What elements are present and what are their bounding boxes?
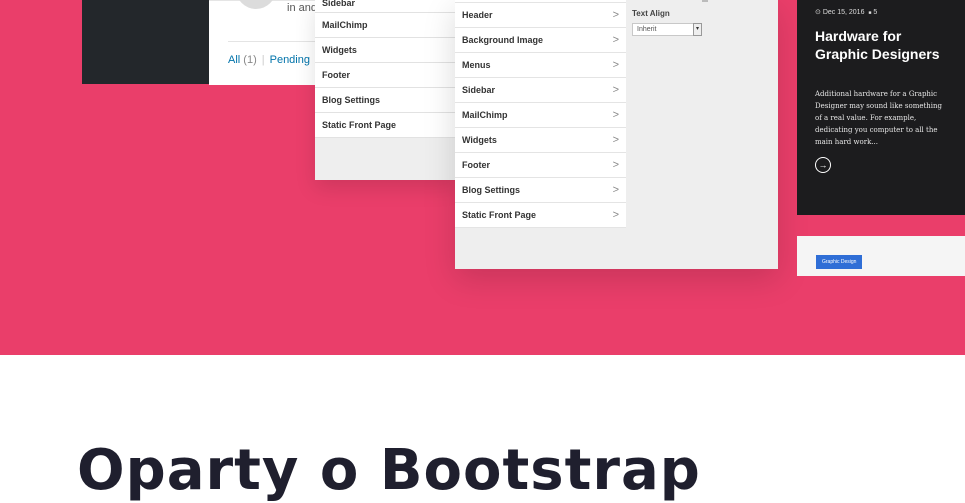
menu-item-label: Widgets xyxy=(462,135,497,145)
chevron-right-icon: > xyxy=(612,59,619,71)
scrollbar[interactable] xyxy=(702,0,708,2)
menu-item-label: Menus xyxy=(462,60,491,70)
menu-item-widgets[interactable]: Widgets xyxy=(315,38,457,63)
wp-comments-screen: in and All (1) | Pending xyxy=(209,0,328,85)
post-title[interactable]: Hardware for Graphic Designers xyxy=(815,27,955,63)
comment-text: in and xyxy=(287,2,317,14)
text-align-select[interactable]: Inherit ▾ xyxy=(632,23,702,36)
menu-item-footer[interactable]: Footer > xyxy=(455,153,626,178)
menu-item-label: Background Image xyxy=(462,35,544,45)
read-more-button[interactable]: → xyxy=(815,157,831,173)
customizer-menu-back: Sidebar MailChimp Widgets Footer Blog Se… xyxy=(315,0,457,180)
comment-filter: All (1) | Pending xyxy=(228,41,328,94)
customizer-menu: Header > Background Image > Menus > Sidebar… xyxy=(455,0,626,228)
avatar xyxy=(236,0,276,9)
filter-all-link[interactable]: All (1) xyxy=(228,54,257,66)
menu-item-static-front-page[interactable]: Static Front Page xyxy=(315,113,457,138)
blog-post-card: ⊙ Dec 15, 2016 ■ 5 Hardware for Graphic … xyxy=(797,0,965,215)
arrow-right-icon: → xyxy=(818,160,828,170)
menu-item-label: MailChimp xyxy=(462,110,508,120)
filter-pending-link[interactable]: Pending xyxy=(270,54,310,66)
menu-item-label: Header xyxy=(462,10,493,20)
blog-post-card-2: Graphic Design xyxy=(797,236,965,276)
menu-item-static-front-page[interactable]: Static Front Page > xyxy=(455,203,626,228)
comment-icon: ■ xyxy=(868,10,872,16)
menu-item-background-image[interactable]: Background Image > xyxy=(455,28,626,53)
comment-count: 5 xyxy=(873,9,878,16)
chevron-right-icon: > xyxy=(612,134,619,146)
menu-item-widgets[interactable]: Widgets > xyxy=(455,128,626,153)
menu-item-header[interactable]: Header > xyxy=(455,3,626,28)
menu-item-label: Sidebar xyxy=(462,85,496,95)
category-tag[interactable]: Graphic Design xyxy=(816,255,863,269)
menu-item-blog-settings[interactable]: Blog Settings xyxy=(315,88,457,113)
menu-item-label: Static Front Page xyxy=(462,210,537,220)
menu-item-label: Blog Settings xyxy=(462,185,520,195)
post-excerpt: Additional hardware for a Graphic Design… xyxy=(815,90,943,146)
menu-item-sidebar[interactable]: Sidebar > xyxy=(455,78,626,103)
chevron-right-icon: > xyxy=(612,184,619,196)
dark-sidebar-panel xyxy=(82,0,209,84)
post-date: Dec 15, 2016 xyxy=(822,9,865,16)
filter-separator: | xyxy=(261,54,265,66)
post-meta: ⊙ Dec 15, 2016 ■ 5 xyxy=(815,8,877,16)
clock-icon: ⊙ xyxy=(815,9,821,16)
menu-item-menus[interactable]: Menus > xyxy=(455,53,626,78)
hero-banner: in and All (1) | Pending Sidebar MailChimp… xyxy=(0,0,965,355)
text-align-label: Text Align xyxy=(632,9,670,18)
chevron-right-icon: > xyxy=(612,109,619,121)
customizer-panel: Header > Background Image > Menus > Sidebar… xyxy=(455,0,778,269)
menu-item-mailchimp[interactable]: MailChimp > xyxy=(455,103,626,128)
text-align-value: Inherit xyxy=(637,26,657,33)
section-heading: Oparty o Bootstrap xyxy=(77,438,701,503)
menu-item-footer[interactable]: Footer xyxy=(315,63,457,88)
menu-item-label: Footer xyxy=(462,160,490,170)
menu-item-blog-settings[interactable]: Blog Settings > xyxy=(455,178,626,203)
menu-item-sidebar[interactable]: Sidebar xyxy=(315,0,457,13)
dropdown-arrow-icon: ▾ xyxy=(693,23,702,36)
chevron-right-icon: > xyxy=(612,159,619,171)
chevron-right-icon: > xyxy=(612,9,619,21)
chevron-right-icon: > xyxy=(612,84,619,96)
chevron-right-icon: > xyxy=(612,34,619,46)
menu-item-mailchimp[interactable]: MailChimp xyxy=(315,13,457,38)
chevron-right-icon: > xyxy=(612,209,619,221)
